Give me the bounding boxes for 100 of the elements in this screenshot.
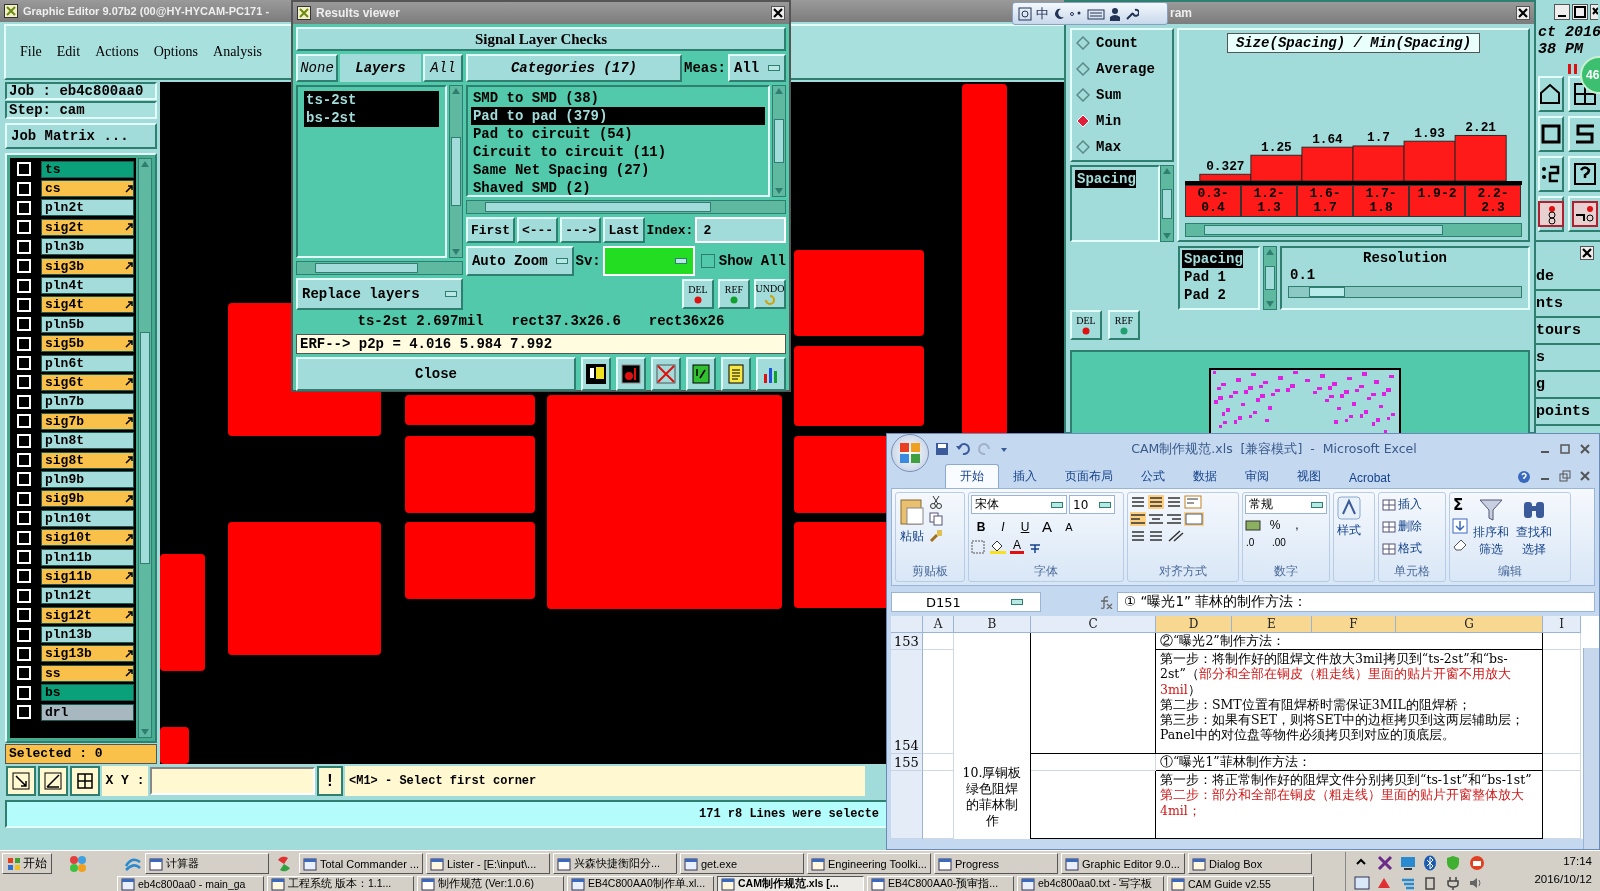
list-item[interactable]: s: [1536, 345, 1600, 372]
input-mode-button[interactable]: 中: [1036, 4, 1049, 23]
align-middle-icon[interactable]: [1148, 495, 1164, 509]
row-header[interactable]: 153: [891, 633, 923, 650]
remote-screen-icon[interactable]: [1400, 855, 1416, 871]
layer-item[interactable]: pln5b: [41, 315, 134, 333]
layer-item[interactable]: sig2t: [41, 218, 134, 236]
zoom-diagonal-button[interactable]: [6, 766, 36, 796]
start-button[interactable]: 开始: [2, 853, 52, 874]
restore-icon[interactable]: [1559, 470, 1571, 482]
font-style-button[interactable]: I: [993, 518, 1013, 535]
list-item[interactable]: de: [1536, 264, 1600, 291]
taskbar-button[interactable]: 兴森快捷衡阳分...: [553, 853, 677, 874]
taskbar-button[interactable]: EB4C800AA0制作单.xl...: [567, 876, 714, 891]
keyboard-box-icon[interactable]: [1018, 6, 1032, 21]
layer-item[interactable]: pln12t: [41, 587, 134, 605]
font-name-field[interactable]: 宋体: [971, 495, 1067, 514]
resolution-slider[interactable]: [1288, 286, 1522, 298]
ribbon-tab[interactable]: 页面布局: [1051, 465, 1127, 488]
minimize-button[interactable]: [1554, 4, 1570, 20]
layer-checkbox[interactable]: [17, 608, 31, 623]
wrap-text-icon[interactable]: [1184, 495, 1202, 509]
layer-checkbox[interactable]: [17, 200, 31, 215]
layer-item[interactable]: sig12t: [41, 606, 134, 624]
battery-plug-icon[interactable]: [1423, 876, 1437, 890]
menu-item[interactable]: Analysis: [213, 44, 263, 60]
cells-button[interactable]: 插入: [1381, 495, 1443, 514]
layer-checkbox[interactable]: [17, 278, 31, 293]
taskbar-button[interactable]: Lister - [E:\input\...: [426, 853, 550, 874]
tool-button[interactable]: [1538, 116, 1564, 152]
category-item[interactable]: SMD to SMD (38): [470, 89, 765, 107]
list-item[interactable]: g: [1536, 372, 1600, 399]
coordinate-input[interactable]: [150, 767, 315, 795]
taskbar-button[interactable]: Progress: [934, 853, 1058, 874]
close-icon[interactable]: [1579, 443, 1591, 455]
layer-list-item[interactable]: ts-2st: [304, 91, 439, 109]
taskbar-button[interactable]: Graphic Editor 9.0...: [1061, 853, 1185, 874]
wrench-icon[interactable]: [1125, 6, 1139, 21]
select-all-button[interactable]: All: [422, 54, 463, 82]
office-button[interactable]: [891, 434, 929, 472]
layer-checkbox[interactable]: [17, 666, 31, 681]
increase-indent-icon[interactable]: [1148, 529, 1164, 543]
close-button[interactable]: [771, 6, 785, 20]
menu-item[interactable]: Options: [153, 44, 199, 60]
layer-checkbox[interactable]: [17, 588, 31, 603]
job-matrix-button[interactable]: Job Matrix ...: [5, 123, 157, 149]
column-header[interactable]: A: [923, 616, 954, 633]
taskbar-button[interactable]: 计算器: [145, 853, 269, 874]
toolbar-button[interactable]: [756, 357, 786, 391]
meas-dropdown[interactable]: All: [728, 54, 786, 82]
menu-item[interactable]: Edit: [56, 44, 81, 60]
taskbar-button[interactable]: CAM制作规范.xls [...: [717, 876, 864, 891]
layer-item[interactable]: pln8t: [41, 432, 134, 450]
font-style-button[interactable]: U: [1015, 518, 1035, 535]
scrollbar[interactable]: [1583, 648, 1599, 849]
x-mark-icon[interactable]: [1377, 855, 1393, 871]
align-bottom-icon[interactable]: [1166, 495, 1182, 509]
menu-item[interactable]: File: [20, 44, 42, 60]
mail-icon[interactable]: [1469, 855, 1485, 871]
column-header[interactable]: I: [1543, 616, 1581, 633]
layer-item[interactable]: pln13b: [41, 626, 134, 644]
fan-icon[interactable]: [276, 855, 292, 872]
function-radio[interactable]: Count: [1076, 35, 1172, 51]
layer-checkbox[interactable]: [17, 550, 31, 564]
copy-icon[interactable]: [929, 512, 943, 526]
layer-checkbox[interactable]: [17, 705, 31, 720]
function-radio[interactable]: Max: [1076, 139, 1172, 155]
ribbon-tab[interactable]: 公式: [1127, 465, 1179, 488]
formula-field[interactable]: ① “曝光1” 菲林的制作方法：: [1117, 592, 1595, 612]
grid-button[interactable]: [70, 766, 100, 796]
find-select-button[interactable]: 查找和选择: [1514, 495, 1554, 564]
save-icon[interactable]: [935, 442, 949, 456]
layer-checkbox[interactable]: [17, 162, 31, 177]
layer-checkbox[interactable]: [17, 239, 31, 254]
layer-item[interactable]: ss: [41, 664, 134, 682]
index-field[interactable]: 2: [695, 217, 786, 243]
menu-item[interactable]: Actions: [95, 44, 139, 60]
delete-button[interactable]: DEL: [1070, 310, 1102, 340]
currency-icon[interactable]: [1245, 518, 1263, 532]
number-format-button[interactable]: %: [1265, 517, 1285, 533]
ribbon-tab[interactable]: Acrobat: [1335, 468, 1405, 488]
layer-checkbox[interactable]: [17, 220, 31, 235]
action-button[interactable]: REF: [718, 279, 750, 309]
tool-button[interactable]: [1538, 196, 1564, 232]
measure-item[interactable]: Spacing: [1075, 170, 1136, 188]
category-item[interactable]: Circuit to circuit (11): [470, 143, 765, 161]
layer-item[interactable]: sig6t: [41, 374, 134, 391]
decimal-button[interactable]: .00: [1271, 536, 1295, 549]
column-item[interactable]: Pad 1: [1182, 268, 1226, 286]
function-radio[interactable]: Sum: [1076, 87, 1172, 103]
table-cell[interactable]: [1031, 771, 1156, 839]
layer-checkbox[interactable]: [17, 433, 31, 448]
layer-item[interactable]: pln2t: [41, 199, 134, 217]
fill-bucket-icon[interactable]: [989, 540, 1007, 554]
column-item[interactable]: Spacing: [1182, 250, 1243, 268]
layer-list-item[interactable]: bs-2st: [304, 109, 439, 127]
navigation-button[interactable]: <---: [516, 217, 559, 243]
category-item[interactable]: Shaved SMD (2): [470, 179, 765, 197]
eraser-icon[interactable]: [1452, 537, 1468, 551]
close-icon[interactable]: [1579, 470, 1591, 482]
